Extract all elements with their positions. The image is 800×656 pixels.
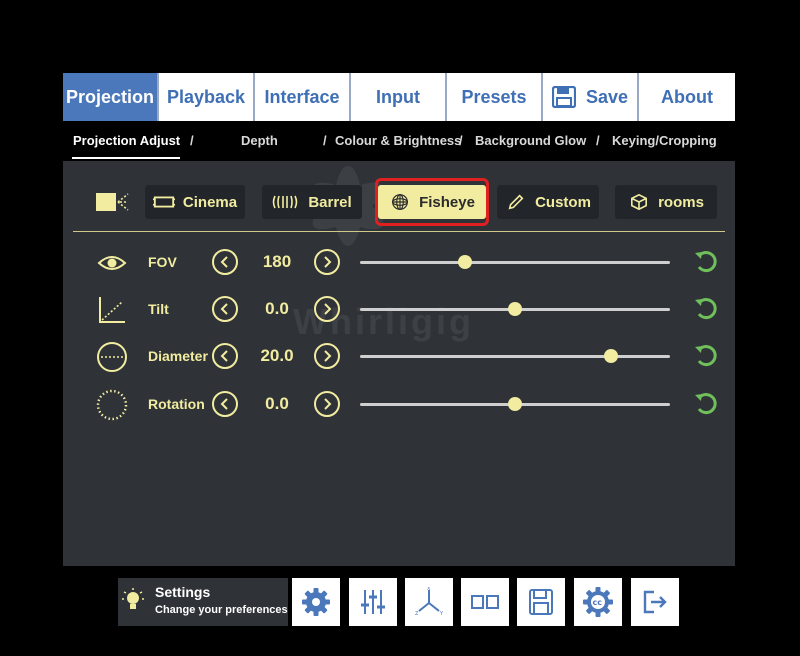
svg-text:Z: Z bbox=[415, 611, 419, 617]
tilt-increase-button[interactable] bbox=[313, 295, 341, 323]
lightbulb-icon bbox=[122, 588, 144, 609]
diameter-icon bbox=[97, 342, 127, 372]
rotation-decrease-button[interactable] bbox=[211, 390, 239, 418]
settings-subtitle: Change your preferences bbox=[155, 604, 288, 616]
cc-gear-icon: cc bbox=[583, 587, 613, 617]
projection-panel: Whirligig Cinema Barrel Fisheye Custom r… bbox=[63, 161, 735, 566]
tilt-decrease-button[interactable] bbox=[211, 295, 239, 323]
floppy-icon bbox=[551, 86, 576, 108]
tab-playback-label: Playback bbox=[166, 86, 246, 107]
cube-icon bbox=[631, 193, 648, 211]
axes-button[interactable]: X Z Y bbox=[405, 578, 453, 626]
mode-custom-label: Custom bbox=[535, 193, 591, 211]
gear-button[interactable] bbox=[292, 578, 340, 626]
settings-title: Settings bbox=[155, 584, 211, 600]
tab-playback[interactable]: Playback bbox=[159, 73, 255, 121]
tab-projection-label: Projection bbox=[65, 86, 154, 107]
mode-custom-button[interactable]: Custom bbox=[497, 185, 599, 219]
barrel-icon bbox=[273, 195, 298, 209]
subnav: Projection Adjust / Depth / Colour & Bri… bbox=[63, 121, 735, 161]
rotation-value: 0.0 bbox=[265, 394, 289, 413]
tilt-value: 0.0 bbox=[265, 299, 289, 318]
fov-decrease-button[interactable] bbox=[211, 248, 239, 276]
tab-input[interactable]: Input bbox=[351, 73, 447, 121]
floppy-icon bbox=[529, 589, 553, 615]
subnav-active-underline bbox=[72, 157, 180, 159]
subnav-projection-adjust[interactable]: Projection Adjust bbox=[73, 133, 180, 148]
fov-slider-thumb[interactable] bbox=[458, 255, 473, 269]
fov-increase-button[interactable] bbox=[313, 248, 341, 276]
diameter-slider-track[interactable] bbox=[360, 355, 670, 358]
tab-save[interactable]: Save bbox=[543, 73, 639, 121]
subnav-separator: / bbox=[190, 133, 194, 148]
mode-barrel-label: Barrel bbox=[308, 193, 352, 211]
mode-rooms-button[interactable]: rooms bbox=[615, 185, 717, 219]
panel-divider bbox=[73, 231, 725, 232]
sliders-button[interactable] bbox=[349, 578, 397, 626]
diameter-value: 20.0 bbox=[260, 346, 294, 365]
rotation-increase-button[interactable] bbox=[313, 390, 341, 418]
rotation-reset-icon[interactable] bbox=[693, 391, 719, 417]
fov-value: 180 bbox=[262, 252, 292, 271]
exit-icon bbox=[643, 590, 667, 614]
diameter-decrease-button[interactable] bbox=[211, 342, 239, 370]
settings-info: Settings Change your preferences bbox=[118, 578, 288, 626]
mode-cinema-label: Cinema bbox=[182, 193, 238, 211]
mode-cinema-button[interactable]: Cinema bbox=[145, 185, 245, 219]
dual-view-button[interactable] bbox=[461, 578, 509, 626]
tab-interface[interactable]: Interface bbox=[255, 73, 351, 121]
tab-save-label: Save bbox=[585, 86, 629, 107]
control-row-rotation: Rotation 0.0 bbox=[63, 384, 735, 424]
fov-slider-track[interactable] bbox=[360, 261, 670, 264]
fov-label: FOV bbox=[148, 254, 177, 270]
subnav-separator: / bbox=[596, 133, 600, 148]
dual-view-icon bbox=[471, 595, 499, 609]
subnav-colour-brightness[interactable]: Colour & Brightness bbox=[335, 133, 461, 148]
main-tabs: Projection Playback Interface Input Pres… bbox=[63, 73, 735, 121]
eye-icon bbox=[97, 256, 127, 270]
selected-mode-highlight bbox=[375, 178, 489, 226]
tilt-slider-thumb[interactable] bbox=[508, 302, 522, 316]
subnav-keying-cropping[interactable]: Keying/Cropping bbox=[612, 133, 717, 148]
axes-icon: X Z Y bbox=[415, 587, 444, 617]
svg-text:cc: cc bbox=[593, 598, 603, 607]
tab-about-label: About bbox=[661, 86, 713, 107]
save-button[interactable] bbox=[517, 578, 565, 626]
subnav-depth[interactable]: Depth bbox=[241, 133, 278, 148]
mode-barrel-button[interactable]: Barrel bbox=[262, 185, 362, 219]
diameter-reset-icon[interactable] bbox=[693, 343, 719, 369]
projector-icon bbox=[96, 193, 129, 211]
sliders-icon bbox=[361, 590, 385, 614]
cinema-icon bbox=[152, 196, 175, 208]
diameter-slider-thumb[interactable] bbox=[604, 349, 619, 363]
subnav-background-glow[interactable]: Background Glow bbox=[475, 133, 586, 148]
tab-input-label: Input bbox=[376, 86, 420, 107]
control-row-tilt: Tilt 0.0 bbox=[63, 289, 735, 329]
fov-reset-icon[interactable] bbox=[693, 249, 719, 275]
control-row-fov: FOV 180 bbox=[63, 242, 735, 282]
exit-button[interactable] bbox=[631, 578, 679, 626]
rotation-label: Rotation bbox=[148, 396, 205, 412]
diameter-label: Diameter bbox=[148, 348, 208, 364]
subnav-separator: / bbox=[323, 133, 327, 148]
pencil-icon bbox=[508, 194, 524, 210]
tab-projection[interactable]: Projection bbox=[63, 73, 159, 121]
gear-icon bbox=[302, 588, 330, 616]
tilt-label: Tilt bbox=[148, 301, 169, 317]
subnav-separator: / bbox=[459, 133, 463, 148]
tab-about[interactable]: About bbox=[639, 73, 735, 121]
cc-settings-button[interactable]: cc bbox=[574, 578, 622, 626]
tilt-reset-icon[interactable] bbox=[693, 296, 719, 322]
tab-presets-label: Presets bbox=[461, 86, 527, 107]
mode-rooms-label: rooms bbox=[658, 193, 704, 211]
rotation-icon bbox=[96, 389, 128, 421]
svg-text:X: X bbox=[427, 587, 431, 592]
tilt-icon bbox=[99, 297, 125, 323]
control-row-diameter: Diameter 20.0 bbox=[63, 336, 735, 376]
diameter-increase-button[interactable] bbox=[313, 342, 341, 370]
svg-text:Y: Y bbox=[439, 611, 444, 617]
tab-interface-label: Interface bbox=[264, 86, 340, 107]
tab-presets[interactable]: Presets bbox=[447, 73, 543, 121]
rotation-slider-thumb[interactable] bbox=[508, 397, 522, 411]
